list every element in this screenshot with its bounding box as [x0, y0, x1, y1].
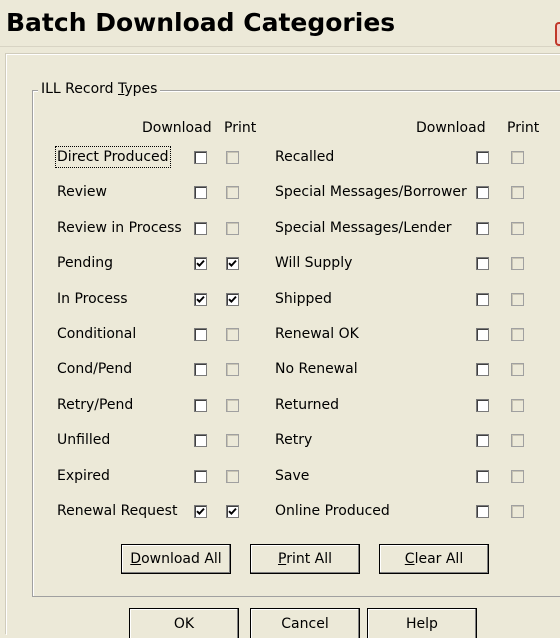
download-checkbox[interactable]	[476, 328, 489, 341]
download-checkbox[interactable]	[476, 505, 489, 518]
record-types-groupbox	[32, 90, 560, 597]
title-bar[interactable]: Batch Download Categories	[0, 0, 560, 47]
print-checkbox	[226, 399, 239, 412]
download-checkbox[interactable]	[194, 470, 207, 483]
ok-button[interactable]: OK	[129, 608, 239, 638]
download-checkbox[interactable]	[194, 293, 207, 306]
checkmark-icon	[196, 259, 205, 267]
right-download-header: Download	[416, 120, 486, 136]
print-checkbox	[511, 470, 524, 483]
record-type-label: Shipped	[275, 291, 332, 307]
record-types-group-label: ILL Record Types	[38, 81, 161, 97]
record-type-label: Retry	[275, 432, 313, 448]
download-checkbox[interactable]	[194, 328, 207, 341]
download-all-button[interactable]: Download All	[121, 544, 231, 574]
record-type-label: Returned	[275, 397, 339, 413]
clear-all-button[interactable]: Clear All	[379, 544, 489, 574]
record-type-label: Special Messages/Borrower	[275, 184, 467, 200]
record-type-label: Recalled	[275, 149, 335, 165]
record-type-label: Special Messages/Lender	[275, 220, 452, 236]
record-type-label: Conditional	[57, 326, 137, 342]
checkmark-icon	[228, 507, 237, 515]
print-checkbox	[511, 257, 524, 270]
print-checkbox	[226, 222, 239, 235]
download-checkbox[interactable]	[476, 434, 489, 447]
checkmark-icon	[196, 295, 205, 303]
download-checkbox[interactable]	[194, 257, 207, 270]
record-type-label: Pending	[57, 255, 113, 271]
print-checkbox	[511, 151, 524, 164]
print-checkbox	[226, 363, 239, 376]
download-checkbox[interactable]	[476, 186, 489, 199]
download-checkbox[interactable]	[476, 222, 489, 235]
print-checkbox[interactable]	[226, 257, 239, 270]
download-checkbox[interactable]	[476, 257, 489, 270]
record-type-label: Retry/Pend	[57, 397, 134, 413]
record-type-label: Cond/Pend	[57, 361, 133, 377]
record-type-label: Unfilled	[57, 432, 111, 448]
print-checkbox	[511, 363, 524, 376]
print-checkbox	[226, 151, 239, 164]
print-checkbox	[511, 293, 524, 306]
download-checkbox[interactable]	[476, 363, 489, 376]
download-checkbox[interactable]	[194, 505, 207, 518]
record-type-label: Direct Produced	[55, 146, 171, 168]
print-checkbox	[226, 328, 239, 341]
left-print-header: Print	[224, 120, 257, 136]
left-download-header: Download	[142, 120, 212, 136]
download-checkbox[interactable]	[476, 293, 489, 306]
record-type-label: Expired	[57, 468, 110, 484]
record-type-label: Will Supply	[275, 255, 353, 271]
checkmark-icon	[228, 295, 237, 303]
record-type-label: No Renewal	[275, 361, 358, 377]
close-button-edge[interactable]	[555, 22, 560, 46]
record-type-label: Online Produced	[275, 503, 390, 519]
download-checkbox[interactable]	[194, 151, 207, 164]
record-type-label: In Process	[57, 291, 128, 307]
print-checkbox	[226, 186, 239, 199]
print-checkbox	[511, 186, 524, 199]
print-checkbox	[226, 434, 239, 447]
help-button[interactable]: Help	[367, 608, 477, 638]
cancel-button[interactable]: Cancel	[250, 608, 360, 638]
record-type-label: Review	[57, 184, 107, 200]
print-checkbox	[511, 328, 524, 341]
download-checkbox[interactable]	[476, 470, 489, 483]
window-title: Batch Download Categories	[6, 8, 396, 37]
checkmark-icon	[196, 507, 205, 515]
download-checkbox[interactable]	[476, 151, 489, 164]
record-type-label: Save	[275, 468, 310, 484]
download-checkbox[interactable]	[194, 434, 207, 447]
download-checkbox[interactable]	[194, 222, 207, 235]
print-checkbox	[511, 222, 524, 235]
print-checkbox	[511, 505, 524, 518]
print-checkbox	[511, 434, 524, 447]
right-print-header: Print	[507, 120, 540, 136]
checkmark-icon	[228, 259, 237, 267]
record-type-label: Review in Process	[57, 220, 182, 236]
record-type-label: Renewal Request	[57, 503, 178, 519]
print-checkbox	[226, 470, 239, 483]
print-all-button[interactable]: Print All	[250, 544, 360, 574]
print-checkbox[interactable]	[226, 505, 239, 518]
print-checkbox[interactable]	[226, 293, 239, 306]
print-checkbox	[511, 399, 524, 412]
download-checkbox[interactable]	[194, 399, 207, 412]
download-checkbox[interactable]	[194, 186, 207, 199]
record-type-label: Renewal OK	[275, 326, 359, 342]
download-checkbox[interactable]	[476, 399, 489, 412]
download-checkbox[interactable]	[194, 363, 207, 376]
